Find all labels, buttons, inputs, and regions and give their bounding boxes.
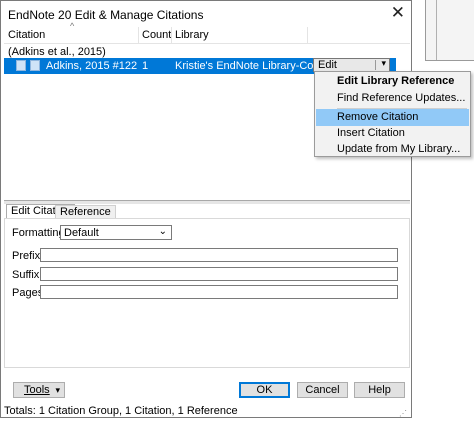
menu-item-update-from-my-library[interactable]: Update from My Library...: [316, 141, 469, 158]
title-bar: EndNote 20 Edit & Manage Citations ✕: [1, 1, 411, 27]
citation-group-label: (Adkins et al., 2015): [8, 46, 106, 58]
menu-item-label: Update from My Library...: [337, 143, 461, 155]
edit-reference-menu: Edit Library Reference Find Reference Up…: [314, 71, 471, 157]
tools-label: Tools: [24, 384, 50, 396]
column-header-count[interactable]: Count: [142, 29, 171, 41]
tools-button[interactable]: Tools ▾: [13, 382, 65, 398]
status-bar: Totals: 1 Citation Group, 1 Citation, 1 …: [4, 405, 238, 417]
menu-item-insert-citation[interactable]: Insert Citation: [316, 125, 469, 142]
button-divider: [375, 60, 376, 70]
citation-cell: Adkins, 2015 #122: [46, 60, 138, 72]
move-up-icon[interactable]: [16, 60, 26, 71]
window-title: EndNote 20 Edit & Manage Citations: [8, 8, 204, 22]
help-button[interactable]: Help: [354, 382, 405, 398]
column-divider[interactable]: [307, 27, 308, 43]
resize-grip-icon[interactable]: ⋰: [399, 409, 407, 418]
chevron-down-icon: ⌄: [158, 226, 167, 237]
cancel-button[interactable]: Cancel: [297, 382, 348, 398]
dropdown-arrow-icon: ▾: [55, 385, 60, 395]
prefix-input[interactable]: [40, 248, 398, 262]
background-area: [413, 0, 474, 425]
column-header-citation[interactable]: Citation: [8, 29, 45, 41]
formatting-select[interactable]: Default ⌄: [60, 225, 172, 240]
edit-manage-citations-dialog: EndNote 20 Edit & Manage Citations ✕ ^ C…: [0, 0, 412, 418]
background-window: [425, 0, 474, 61]
list-header: ^ Citation Count Library: [4, 21, 410, 44]
prefix-label: Prefix:: [12, 250, 44, 262]
suffix-label: Suffix:: [12, 269, 43, 281]
move-down-icon[interactable]: [30, 60, 40, 71]
menu-item-label: Insert Citation: [337, 127, 405, 139]
pages-input[interactable]: [40, 285, 398, 299]
close-icon[interactable]: ✕: [391, 4, 405, 22]
column-divider[interactable]: [138, 27, 139, 43]
edit-reference-button[interactable]: Edit Reference ▾: [313, 58, 390, 83]
ok-button[interactable]: OK: [239, 382, 290, 398]
suffix-input[interactable]: [40, 267, 398, 281]
column-header-library[interactable]: Library: [175, 29, 209, 41]
count-cell: 1: [142, 60, 149, 72]
menu-item-label: Edit Library Reference: [337, 75, 455, 87]
sort-up-icon: ^: [70, 21, 75, 31]
tab-reference[interactable]: Reference: [55, 205, 116, 218]
menu-item-edit-library-reference[interactable]: Edit Library Reference: [316, 73, 469, 90]
column-divider[interactable]: [171, 27, 172, 43]
menu-item-label: Find Reference Updates...: [337, 92, 466, 104]
dropdown-arrow-icon[interactable]: ▾: [381, 58, 386, 69]
menu-item-find-reference-updates[interactable]: Find Reference Updates...: [316, 90, 469, 107]
formatting-value: Default: [64, 227, 99, 239]
menu-item-label: Remove Citation: [337, 111, 419, 123]
menu-item-remove-citation[interactable]: Remove Citation: [316, 109, 469, 126]
background-divider: [436, 0, 437, 60]
